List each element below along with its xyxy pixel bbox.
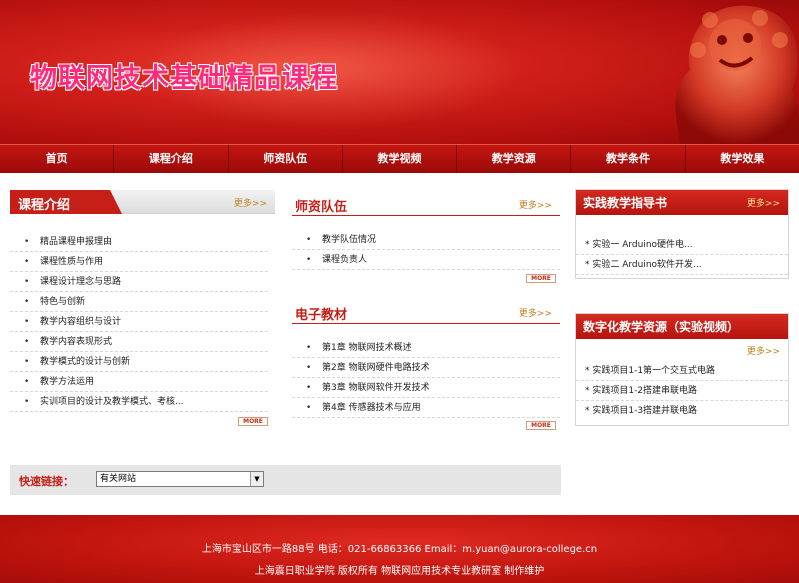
faculty-list: 教学队伍情况 课程负责人 — [292, 230, 560, 270]
textbook-title: 电子教材 — [295, 308, 348, 323]
digital-resources-header: 数字化教学资源（实验视频） — [576, 314, 788, 339]
textbook-header: 电子教材 更多>> — [292, 300, 560, 324]
course-intro-panel: 课程介绍 更多>> 精品课程申报理由 课程性质与作用 课程设计理念与思路 特色与… — [10, 190, 275, 430]
textbook-more-button[interactable]: MORE — [526, 421, 556, 430]
site-footer: 上海市宝山区市一路88号 电话：021-66863366 Email：m.yua… — [0, 515, 799, 583]
faculty-more-link[interactable]: 更多>> — [519, 198, 552, 211]
nav-course-intro[interactable]: 课程介绍 — [114, 145, 229, 173]
faculty-title: 师资队伍 — [295, 200, 348, 215]
list-item[interactable]: 教学队伍情况 — [292, 230, 560, 250]
course-intro-title: 课程介绍 — [18, 198, 71, 213]
list-item[interactable]: 课程性质与作用 — [10, 252, 268, 272]
nav-faculty[interactable]: 师资队伍 — [229, 145, 343, 173]
digital-resources-more-row: 更多>> — [576, 339, 788, 361]
digital-resources-title: 数字化教学资源（实验视频） — [583, 320, 740, 334]
practice-guide-header: 实践教学指导书 更多>> — [576, 190, 788, 215]
header-banner: 物联网技术基础精品课程 — [0, 0, 799, 144]
nav-home[interactable]: 首页 — [0, 145, 115, 173]
list-item[interactable]: * 实验二 Arduino软件开发... — [576, 255, 788, 275]
course-intro-tab: 课程介绍 — [10, 190, 122, 214]
nav-teaching-conditions[interactable]: 教学条件 — [571, 145, 686, 173]
quick-links-label: 快速链接： — [19, 475, 74, 488]
list-item[interactable]: 第3章 物联网软件开发技术 — [292, 378, 560, 398]
course-intro-more-link[interactable]: 更多>> — [234, 196, 267, 209]
list-item[interactable]: 第4章 传感器技术与应用 — [292, 398, 560, 418]
list-item[interactable]: 实训项目的设计及教学模式、考核... — [10, 392, 268, 412]
list-item[interactable]: 精品课程申报理由 — [10, 232, 268, 252]
list-item[interactable]: 课程设计理念与思路 — [10, 272, 268, 292]
practice-guide-box: 实践教学指导书 更多>> * 实验一 Arduino硬件电... * 实验二 A… — [575, 189, 789, 279]
textbook-list: 第1章 物联网技术概述 第2章 物联网硬件电路技术 第3章 物联网软件开发技术 … — [292, 338, 560, 418]
list-item[interactable]: 教学方法运用 — [10, 372, 268, 392]
course-intro-more-button[interactable]: MORE — [238, 417, 268, 426]
digital-resources-box: 数字化教学资源（实验视频） 更多>> * 实践项目1-1第一个交互式电路 * 实… — [575, 313, 789, 426]
list-item[interactable]: * 实践项目1-1第一个交互式电路 — [576, 361, 788, 381]
footer-contact: 上海市宝山区市一路88号 电话：021-66863366 Email：m.yua… — [201, 544, 598, 555]
list-item[interactable]: * 实践项目1-3搭建并联电路 — [576, 401, 788, 417]
textbook-section: 电子教材 更多>> 第1章 物联网技术概述 第2章 物联网硬件电路技术 第3章 … — [292, 300, 560, 430]
practice-guide-title: 实践教学指导书 — [583, 196, 668, 210]
site-title: 物联网技术基础精品课程 — [30, 63, 338, 94]
main-nav: 首页 课程介绍 师资队伍 教学视频 教学资源 教学条件 教学效果 — [0, 144, 799, 173]
practice-guide-more-link[interactable]: 更多>> — [747, 196, 780, 209]
list-item[interactable]: 教学模式的设计与创新 — [10, 352, 268, 372]
course-intro-header: 课程介绍 更多>> — [10, 190, 275, 214]
list-item[interactable]: * 实验一 Arduino硬件电... — [576, 235, 788, 255]
list-item[interactable]: 教学内容表现形式 — [10, 332, 268, 352]
faculty-header: 师资队伍 更多>> — [292, 192, 560, 216]
list-item[interactable]: 教学内容组织与设计 — [10, 312, 268, 332]
digital-resources-more-link[interactable]: 更多>> — [747, 344, 780, 357]
list-item[interactable]: 特色与创新 — [10, 292, 268, 312]
list-item[interactable]: 课程负责人 — [292, 250, 560, 270]
digital-resources-list: * 实践项目1-1第一个交互式电路 * 实践项目1-2搭建串联电路 * 实践项目… — [576, 361, 788, 417]
quick-links-selected-value: 有关网站 — [100, 474, 137, 484]
footer-copyright: 上海震日职业学院 版权所有 物联网应用技术专业教研室 制作维护 — [254, 566, 545, 577]
nav-teaching-effect[interactable]: 教学效果 — [686, 145, 799, 173]
practice-guide-list: * 实验一 Arduino硬件电... * 实验二 Arduino软件开发... — [576, 235, 788, 275]
stone-lion-image — [675, 5, 799, 144]
list-item[interactable]: 第1章 物联网技术概述 — [292, 338, 560, 358]
textbook-more-link[interactable]: 更多>> — [519, 306, 552, 319]
list-item[interactable]: * 实践项目1-2搭建串联电路 — [576, 381, 788, 401]
nav-teaching-video[interactable]: 教学视频 — [343, 145, 458, 173]
page: 物联网技术基础精品课程 首页 课程介绍 师资队伍 教学视频 教学资源 教学条件 … — [0, 0, 799, 583]
nav-teaching-resources[interactable]: 教学资源 — [457, 145, 572, 173]
faculty-section: 师资队伍 更多>> 教学队伍情况 课程负责人 MORE — [292, 192, 560, 283]
quick-links-bar: 快速链接： 有关网站 ▼ — [10, 465, 561, 495]
course-intro-list: 精品课程申报理由 课程性质与作用 课程设计理念与思路 特色与创新 教学内容组织与… — [10, 232, 268, 412]
chevron-down-icon[interactable]: ▼ — [250, 472, 263, 486]
quick-links-select[interactable]: 有关网站 ▼ — [96, 471, 264, 487]
list-item[interactable]: 第2章 物联网硬件电路技术 — [292, 358, 560, 378]
faculty-more-button[interactable]: MORE — [526, 274, 556, 283]
